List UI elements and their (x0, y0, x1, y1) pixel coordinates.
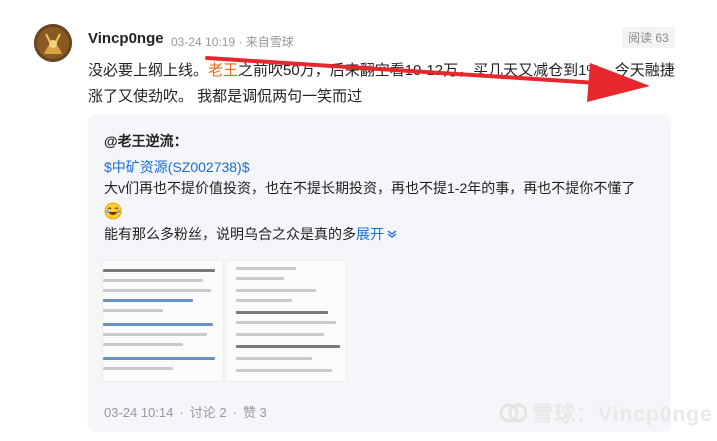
comments-link[interactable]: 讨论 2 (190, 405, 227, 420)
red-arrow-annotation (205, 56, 650, 102)
expand-link[interactable]: 展开 (356, 226, 398, 242)
watermark-text: 雪球：Vincp0nge (532, 403, 713, 426)
quote-footer: 03-24 10:14 · 讨论 2 · 赞 3 (104, 405, 267, 420)
post-text-before: 没必要上纲上线。 (88, 62, 209, 79)
avatar-image (34, 24, 72, 62)
quote-time: 03-24 10:14 (104, 405, 174, 420)
expand-label[interactable]: 展开 (356, 226, 384, 242)
quote-text-line2: 能有那么多粉丝，说明乌合之众是真的多展开 (104, 224, 398, 244)
xueqiu-logo-icon (499, 403, 527, 423)
expand-chevron-icon[interactable] (386, 229, 398, 239)
quoted-post[interactable]: @老王逆流： $中矿资源(SZ002738)$ 大v们再也不提价值投资，也在不提… (88, 114, 671, 432)
view-count-badge: 阅读 63 (622, 27, 675, 48)
laugh-emoji-icon (104, 202, 122, 220)
stock-tag-link[interactable]: $中矿资源(SZ002738)$ (104, 157, 250, 177)
avatar[interactable] (34, 24, 72, 62)
quote-text-line1: 大v们再也不提价值投资，也在不提长期投资，再也不提1-2年的事，再也不提你不懂了 (104, 180, 636, 196)
image-thumbnail-2[interactable] (225, 260, 347, 382)
quote-text-line2-content: 能有那么多粉丝，说明乌合之众是真的多 (104, 226, 356, 242)
quote-author[interactable]: @老王逆流： (104, 131, 188, 151)
likes-link[interactable]: 赞 3 (243, 405, 267, 420)
post-author[interactable]: Vincp0nge (88, 30, 164, 47)
post-meta: 03-24 10:19 · 来自雪球 (171, 35, 294, 49)
image-thumbnail-1[interactable] (102, 260, 224, 382)
